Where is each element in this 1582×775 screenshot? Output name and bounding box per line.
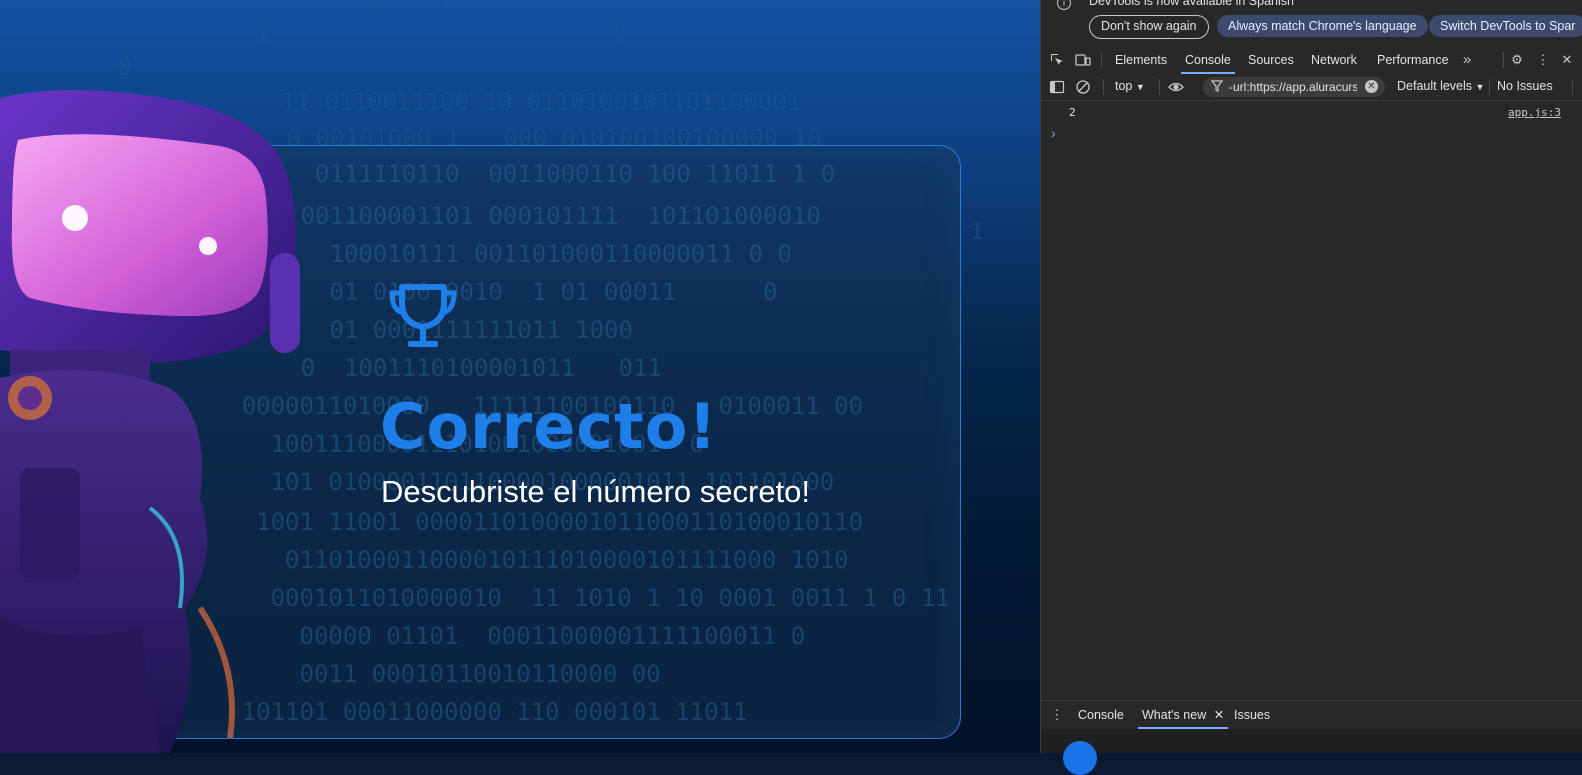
log-value: 2 xyxy=(1069,106,1076,119)
more-options-icon[interactable]: ⋮ xyxy=(1535,52,1551,68)
dont-show-again-button[interactable]: Don't show again xyxy=(1089,15,1209,39)
binary-rain-line: 1 0 1 0 0 xyxy=(280,0,585,17)
tab-network[interactable]: Network xyxy=(1311,46,1357,74)
clear-filter-icon[interactable]: ✕ xyxy=(1365,80,1378,93)
toolbar-divider xyxy=(1159,79,1160,95)
trophy-icon xyxy=(389,284,457,347)
eye-icon[interactable] xyxy=(1168,79,1184,95)
issues-counter[interactable]: No Issues xyxy=(1497,79,1553,93)
binary-rain-line: 1 xyxy=(970,220,984,245)
chevron-down-icon: ▼ xyxy=(1475,82,1485,92)
console-filter-bar: top ▼ ✕ Default levels ▼ No Issues xyxy=(1041,74,1582,101)
close-icon[interactable]: ✕ xyxy=(1559,52,1575,68)
binary-rain-line: 1 0 xyxy=(256,22,627,47)
clear-console-icon[interactable] xyxy=(1075,79,1091,95)
tab-console[interactable]: Console xyxy=(1181,46,1235,74)
context-selector-value: top xyxy=(1115,79,1133,93)
language-infobar: i DevTools is now available in Spanish D… xyxy=(1041,0,1582,46)
tab-elements[interactable]: Elements xyxy=(1115,46,1167,74)
log-source-link[interactable]: app.js:3 xyxy=(1508,106,1561,119)
devtools-main-toolbar: Elements Console Sources Network Perform… xyxy=(1041,46,1582,75)
toolbar-divider xyxy=(1572,79,1573,95)
tab-performance[interactable]: Performance xyxy=(1377,46,1449,74)
console-prompt[interactable]: › xyxy=(1051,125,1056,141)
info-icon: i xyxy=(1057,0,1071,10)
close-icon[interactable]: ✕ xyxy=(1214,708,1224,722)
tab-sources[interactable]: Sources xyxy=(1248,46,1294,74)
always-match-language-button[interactable]: Always match Chrome's language xyxy=(1217,15,1428,37)
drawer-menu-icon[interactable]: ⋮ xyxy=(1049,707,1065,723)
drawer-tab-console[interactable]: Console xyxy=(1078,701,1124,729)
toolbar-divider xyxy=(1103,79,1104,95)
whats-new-panel xyxy=(1041,729,1582,775)
filter-input[interactable] xyxy=(1229,79,1357,95)
devtools-drawer-tabs: ⋮ Console What's new ✕ Issues xyxy=(1041,700,1582,730)
toolbar-divider xyxy=(1489,79,1490,95)
drawer-tab-issues[interactable]: Issues xyxy=(1234,701,1270,729)
chrome-devtools-logo xyxy=(1063,741,1097,775)
toolbar-divider xyxy=(1101,52,1102,68)
sidebar-toggle-icon[interactable] xyxy=(1049,79,1065,95)
drawer-tab-whats-new-label: What's new xyxy=(1142,708,1207,722)
inspect-element-icon[interactable] xyxy=(1049,52,1065,68)
console-filter[interactable]: ✕ xyxy=(1203,77,1385,97)
gear-icon[interactable]: ⚙ xyxy=(1509,52,1525,68)
toolbar-divider xyxy=(1503,52,1504,68)
filter-icon xyxy=(1210,80,1224,95)
web-page: 1 0 1 0 0 1 0 0 11 0110011100 10 0110100… xyxy=(0,0,1040,753)
context-selector[interactable]: top ▼ xyxy=(1115,79,1145,93)
binary-rain-line: 0 xyxy=(118,56,132,81)
chevron-down-icon: ▼ xyxy=(1135,82,1145,92)
devtools-panel: i DevTools is now available in Spanish D… xyxy=(1040,0,1582,775)
double-chevron-right-icon[interactable]: » xyxy=(1459,52,1475,68)
log-levels-dropdown[interactable]: Default levels ▼ xyxy=(1397,79,1484,93)
log-levels-value: Default levels xyxy=(1397,79,1473,93)
robot-illustration xyxy=(0,89,300,753)
page-subtitle: Descubriste el número secreto! xyxy=(381,474,811,509)
device-toolbar-icon[interactable] xyxy=(1075,52,1091,68)
console-output[interactable]: 2 app.js:3 › xyxy=(1041,101,1582,700)
page-title: Correcto! xyxy=(380,390,718,463)
switch-language-button[interactable]: Switch DevTools to Spar xyxy=(1429,15,1582,37)
drawer-tab-whats-new[interactable]: What's new ✕ xyxy=(1137,701,1229,729)
infobar-message: DevTools is now available in Spanish xyxy=(1089,0,1294,8)
